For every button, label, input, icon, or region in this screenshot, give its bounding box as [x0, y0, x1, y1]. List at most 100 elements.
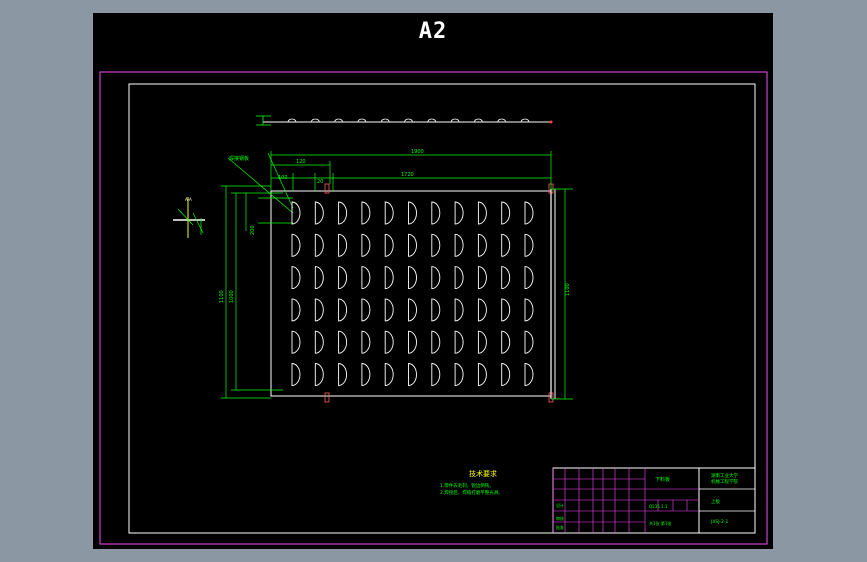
louver-opening [454, 330, 464, 354]
title-block-grid [552, 468, 645, 533]
tech-requirements-title: 技术要求 [469, 469, 497, 478]
louver-opening [501, 363, 511, 386]
louver-opening [524, 298, 534, 322]
louver-opening [454, 363, 464, 386]
louver-opening [477, 363, 487, 386]
side-view: 1100 [550, 188, 573, 400]
plate-outline [270, 190, 552, 397]
louver-opening [291, 201, 301, 225]
louver-opening [361, 266, 371, 290]
side-height-dim: 1100 [565, 283, 571, 296]
tb-sheet-info: 共1张 第1张 [649, 520, 671, 526]
louver-opening [408, 201, 417, 225]
top-strip-view [256, 115, 553, 126]
louver-grid [291, 201, 534, 386]
drawing-sheet: A2 1100 1900 120 1720 100 20 1100 1000 2… [93, 13, 773, 549]
louver-opening [408, 363, 417, 386]
louver-opening [338, 201, 347, 225]
louver-opening [314, 363, 324, 386]
louver-opening [408, 298, 417, 322]
louver-opening [361, 330, 371, 354]
cad-drawing: 1100 1900 120 1720 100 20 1100 1000 200 … [99, 71, 768, 545]
tb-school-2: 机械工程学院 [711, 478, 738, 485]
tb-scale: 1:1 [661, 504, 668, 509]
louver-opening [477, 298, 487, 322]
tb-material: Q235 [649, 504, 660, 509]
louver-opening [314, 266, 324, 290]
louver-opening [524, 330, 534, 354]
louver-opening [477, 330, 487, 354]
louver-opening [384, 201, 394, 225]
dim-gap: 20 [317, 179, 323, 185]
louver-opening [524, 266, 534, 290]
tb-drawing-no: JXSJ-2-1 [710, 519, 729, 525]
louver-opening [431, 266, 441, 290]
louver-opening [314, 298, 324, 322]
louver-opening [524, 363, 534, 386]
louver-opening [338, 363, 347, 386]
louver-opening [408, 330, 417, 354]
louver-opening [454, 233, 464, 257]
louver-opening [454, 201, 464, 225]
louver-opening [501, 266, 511, 290]
louver-opening [384, 298, 394, 322]
louver-opening [338, 298, 347, 322]
tb-part-name: 上板 [711, 498, 720, 505]
dim-overall-width: 1900 [411, 149, 424, 155]
tb-drawing-title: 下料板 [655, 476, 670, 483]
louver-opening [501, 201, 511, 225]
dim-overall-height: 1100 [219, 290, 225, 303]
louver-opening [431, 233, 441, 257]
louver-opening [384, 363, 394, 386]
dim-pitch: 200 [250, 225, 256, 235]
louver-opening [408, 233, 417, 257]
louver-opening [314, 330, 324, 354]
louver-opening [291, 298, 301, 322]
louver-opening [291, 363, 301, 386]
louver-opening [291, 330, 301, 354]
louver-opening [361, 201, 371, 225]
tb-checker: 审核 [556, 515, 564, 521]
dim-end-margin: 120 [296, 159, 306, 165]
dim-inner-width: 1720 [401, 172, 414, 178]
louver-opening [501, 233, 511, 257]
louver-opening [477, 201, 487, 225]
louver-opening [338, 233, 347, 257]
tech-req-line-1: 1.零件去毛刺，锐边倒钝。 [440, 482, 494, 489]
louver-opening [384, 233, 394, 257]
tech-req-line-2: 2.焊接后，焊缝打磨平整光滑。 [440, 489, 503, 496]
louver-opening [524, 233, 534, 257]
tb-school-1: 湖南工业大学 [711, 472, 738, 479]
louver-opening [431, 330, 441, 354]
louver-opening [384, 330, 394, 354]
section-detail: A-A [173, 197, 205, 238]
louver-opening [501, 298, 511, 322]
louver-opening [431, 201, 441, 225]
louver-opening [384, 266, 394, 290]
louver-opening [291, 233, 301, 257]
louver-opening [361, 233, 371, 257]
outer-frame [99, 71, 768, 545]
louver-opening [361, 363, 371, 386]
louver-opening [431, 298, 441, 322]
louver-opening [524, 201, 534, 225]
louver-opening [454, 298, 464, 322]
louver-opening [338, 266, 347, 290]
louver-opening [477, 266, 487, 290]
louver-opening [477, 233, 487, 257]
tb-approver: 批准 [556, 524, 564, 530]
louver-opening [454, 266, 464, 290]
leader-label: 焊接钢板 [229, 155, 249, 162]
dim-inner-height: 1000 [229, 290, 235, 303]
dim-edge-offset: 100 [278, 175, 288, 181]
louver-opening [314, 201, 324, 225]
tb-designer: 设计 [556, 502, 564, 508]
louver-opening [291, 266, 301, 290]
louver-opening [361, 298, 371, 322]
louver-opening [431, 363, 441, 386]
louver-opening [408, 266, 417, 290]
louver-opening [501, 330, 511, 354]
section-tag: A-A [185, 197, 192, 202]
louver-opening [338, 330, 347, 354]
inner-border [128, 83, 756, 534]
